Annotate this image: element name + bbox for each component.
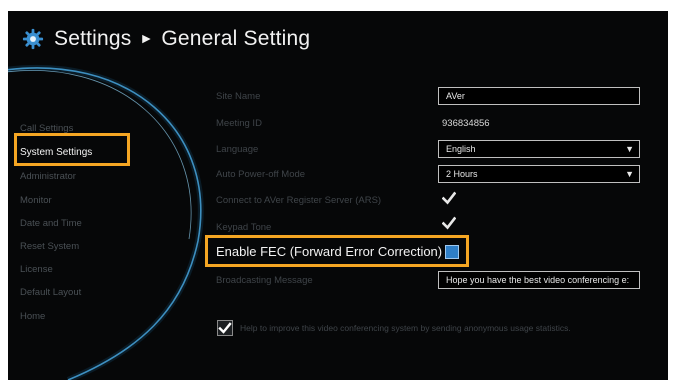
broadcasting-message-input[interactable]: Hope you have the best video conferencin… [438, 271, 640, 289]
auto-power-off-select[interactable]: 2 Hours ▼ [438, 165, 640, 183]
language-value: English [446, 144, 476, 154]
gear-icon [22, 28, 44, 50]
language-label: Language [216, 144, 259, 155]
sidebar-item-home[interactable]: Home [20, 311, 45, 322]
checkmark-icon [218, 322, 232, 334]
sidebar-item-administrator[interactable]: Administrator [20, 171, 76, 182]
usage-statistics-checkbox[interactable] [217, 320, 233, 336]
site-name-input[interactable]: AVer [438, 87, 640, 105]
keypad-tone-checkbox[interactable] [442, 216, 456, 230]
usage-statistics-label: Help to improve this video conferencing … [240, 323, 571, 333]
sidebar-highlight-box [14, 133, 130, 166]
title-bar: Settings ► General Setting [22, 27, 310, 51]
keypad-tone-label: Keypad Tone [216, 222, 272, 233]
sidebar-item-monitor[interactable]: Monitor [20, 195, 52, 206]
sidebar-item-date-and-time[interactable]: Date and Time [20, 218, 82, 229]
triangle-down-icon: ▼ [625, 144, 634, 154]
site-name-label: Site Name [216, 91, 261, 102]
meeting-id-value: 936834856 [442, 118, 490, 129]
settings-screen: Settings ► General Setting Call Settings… [8, 11, 668, 380]
connect-ars-label: Connect to AVer Register Server (ARS) [216, 195, 382, 206]
connect-ars-checkbox[interactable] [442, 191, 456, 205]
auto-power-off-label: Auto Power-off Mode [216, 169, 306, 180]
enable-fec-label: Enable FEC (Forward Error Correction) [216, 244, 443, 259]
auto-power-off-value: 2 Hours [446, 169, 478, 179]
sidebar-item-license[interactable]: License [20, 264, 53, 275]
breadcrumb-separator: ► [139, 30, 154, 46]
language-select[interactable]: English ▼ [438, 140, 640, 158]
app-title: Settings [54, 27, 132, 50]
sidebar-item-default-layout[interactable]: Default Layout [20, 287, 81, 298]
sidebar-item-reset-system[interactable]: Reset System [20, 241, 79, 252]
meeting-id-label: Meeting ID [216, 118, 262, 129]
broadcasting-message-label: Broadcasting Message [216, 275, 313, 286]
triangle-down-icon: ▼ [625, 169, 634, 179]
enable-fec-checkbox[interactable] [445, 245, 459, 259]
page-title: General Setting [161, 27, 311, 50]
